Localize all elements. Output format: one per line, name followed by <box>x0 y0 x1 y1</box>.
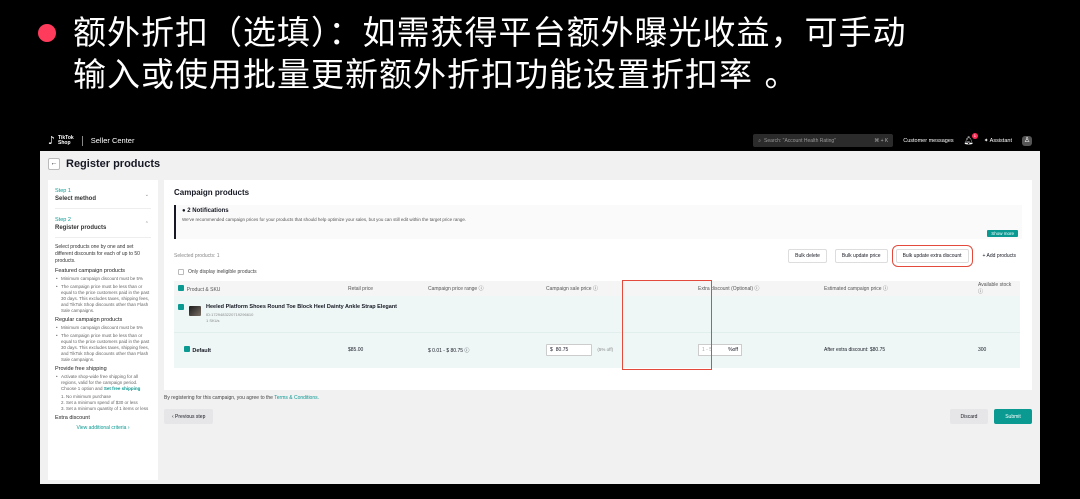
product-thumbnail <box>189 306 201 317</box>
step-1[interactable]: Step 1 Select method ⌄ <box>55 186 151 209</box>
previous-step-button[interactable]: ‹ Previous step <box>164 409 214 424</box>
table-row: Default $85.00 $ 0.01 - $ 80.75 ⓘ $80.75… <box>174 331 1020 368</box>
show-more-button[interactable]: Show more <box>987 230 1018 237</box>
product-name: Seller Center <box>90 136 135 145</box>
step-intro: Select products one by one and set diffe… <box>55 244 140 264</box>
campaign-sale-price-input[interactable]: $80.75 <box>546 344 592 357</box>
bulk-delete-button[interactable]: Bulk delete <box>788 249 827 263</box>
search-input[interactable]: ⌕ Search: "Account Health Rating" ⌘ + K <box>753 134 894 147</box>
variant-checkbox[interactable] <box>183 346 190 353</box>
bullet-dot <box>38 24 56 42</box>
product-name[interactable]: Heeled Platform Shoes Round Toe Block He… <box>206 304 397 310</box>
avatar[interactable]: ♙ <box>1022 135 1032 146</box>
info-icon: ● <box>182 208 186 214</box>
search-icon: ⌕ <box>758 137 762 144</box>
tiktok-shop-logo[interactable]: ♪ TikTok Shop Seller Center <box>48 134 134 147</box>
page-header: ← Register products <box>40 151 1040 177</box>
bulk-update-extra-discount-button[interactable]: Bulk update extra discount <box>891 245 973 267</box>
steps-sidebar: Step 1 Select method ⌄ Step 2 Register p… <box>48 180 158 480</box>
sparkle-icon: ✦ <box>983 137 989 144</box>
chevron-up-icon: ⌃ <box>144 221 149 227</box>
caption-line-2: 输入或使用批量更新额外折扣功能设置折扣率 。 <box>73 55 799 94</box>
add-products-button[interactable]: + Add products <box>976 249 1022 263</box>
set-free-shipping-link[interactable]: Set free shipping <box>104 386 141 391</box>
ineligible-filter[interactable]: Only display ineligible products <box>178 269 1022 275</box>
terms-link[interactable]: Terms & Conditions. <box>274 395 319 401</box>
product-id: ID:1729483220719296610 <box>206 312 254 318</box>
bell-icon[interactable]: 🔔︎ 1 <box>964 133 978 145</box>
sku-count: 1 SKUs <box>206 318 220 324</box>
assistant-button[interactable]: ✦ Assistant <box>984 138 1012 144</box>
bulk-actions-bar: Selected products: 1 Bulk delete Bulk up… <box>174 245 1022 267</box>
customer-messages-link[interactable]: Customer messages <box>903 138 953 144</box>
tiktok-note-icon: ♪ <box>48 134 56 147</box>
notifications-banner: ● 2 Notifications We've recommended camp… <box>174 205 1022 239</box>
ineligible-checkbox[interactable] <box>178 269 184 275</box>
select-all-checkbox[interactable] <box>178 284 184 291</box>
page-title: Register products <box>66 158 161 170</box>
terms-notice: By registering for this campaign, you ag… <box>164 395 320 401</box>
step-2[interactable]: Step 2 Register products ⌃ <box>55 215 151 238</box>
product-checkbox[interactable] <box>178 304 184 311</box>
bulk-update-price-button[interactable]: Bulk update price <box>834 249 888 263</box>
submit-button[interactable]: Submit <box>994 409 1032 424</box>
campaign-products-card: Campaign products ● 2 Notifications We'v… <box>164 180 1032 390</box>
seller-center-screenshot: ♪ TikTok Shop Seller Center ⌕ Search: "A… <box>40 130 1040 484</box>
card-title: Campaign products <box>174 188 250 197</box>
back-button[interactable]: ← <box>48 158 60 170</box>
products-table: Product & SKU Retail price Campaign pric… <box>174 281 1020 368</box>
view-criteria-link[interactable]: View additional criteria › <box>55 425 151 431</box>
shortcut-hint: ⌘ + K <box>874 137 889 144</box>
notification-badge: 1 <box>971 133 978 139</box>
table-row: Heeled Platform Shoes Round Toe Block He… <box>174 296 1020 332</box>
chevron-down-icon: ⌄ <box>144 192 149 198</box>
main-content: Campaign products ● 2 Notifications We'v… <box>164 180 1032 484</box>
extra-discount-highlight <box>622 280 712 370</box>
top-nav-bar: ♪ TikTok Shop Seller Center ⌕ Search: "A… <box>40 130 1040 151</box>
caption-line-1: 额外折扣（选填）：如需获得平台额外曝光收益，可手动 <box>73 13 907 52</box>
selected-count: Selected products: 1 <box>174 253 220 259</box>
table-header: Product & SKU Retail price Campaign pric… <box>174 281 1020 296</box>
slide-caption: 额外折扣（选填）：如需获得平台额外曝光收益，可手动 输入或使用批量更新额外折扣功… <box>38 12 1068 96</box>
discard-button[interactable]: Discard <box>950 409 988 424</box>
